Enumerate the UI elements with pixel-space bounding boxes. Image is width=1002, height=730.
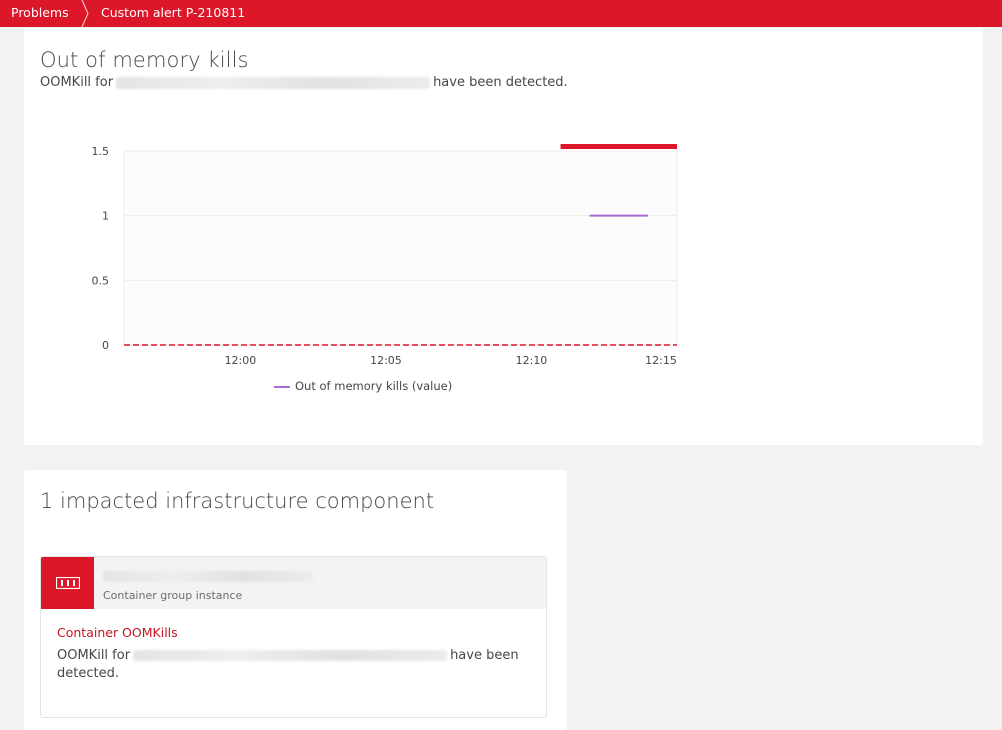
x-tick-label: 12:05 [370,354,402,367]
y-tick-label: 1.5 [92,145,110,158]
x-tick-label: 12:15 [645,354,677,367]
event-title-link[interactable]: Container OOMKills [57,625,178,640]
component-type-label: Container group instance [103,589,243,602]
breadcrumb-problems[interactable]: Problems [11,0,69,27]
component-icon-box [41,557,94,609]
chart-legend[interactable]: Out of memory kills (value) [274,379,452,393]
impacted-infrastructure-card: 1 impacted infrastructure component Cont… [24,470,567,730]
breadcrumb-current: Custom alert P-210811 [101,5,246,20]
container-group-icon [56,577,80,589]
redacted-entity-name [133,650,448,661]
problem-timeframe-marker[interactable] [560,144,677,149]
event-description: OOMKill for have been detected. [57,647,527,683]
y-tick-label: 0 [102,339,109,352]
x-tick-label: 12:00 [225,354,257,367]
y-tick-label: 1 [102,210,109,223]
impacted-component[interactable]: Container group instance Container OOMKi… [40,556,547,718]
component-header[interactable]: Container group instance [41,557,546,609]
impacted-infrastructure-title: 1 impacted infrastructure component [40,489,435,513]
chart-card: Out of memory kills OOMKill for have been… [24,28,983,445]
legend-swatch [274,385,290,388]
x-tick-label: 12:10 [516,354,548,367]
y-tick-label: 0.5 [92,274,110,287]
plot-area[interactable] [123,150,678,346]
breadcrumb-separator-icon [81,0,89,27]
redacted-component-name[interactable] [103,571,313,582]
oom-kills-chart[interactable]: 0 0.5 1 1.5 12:00 12:05 12:10 12:15 [24,28,983,373]
breadcrumb: Problems Custom alert P-210811 [0,0,1002,27]
event-description-prefix: OOMKill for [57,648,131,663]
legend-label: Out of memory kills (value) [295,379,453,393]
